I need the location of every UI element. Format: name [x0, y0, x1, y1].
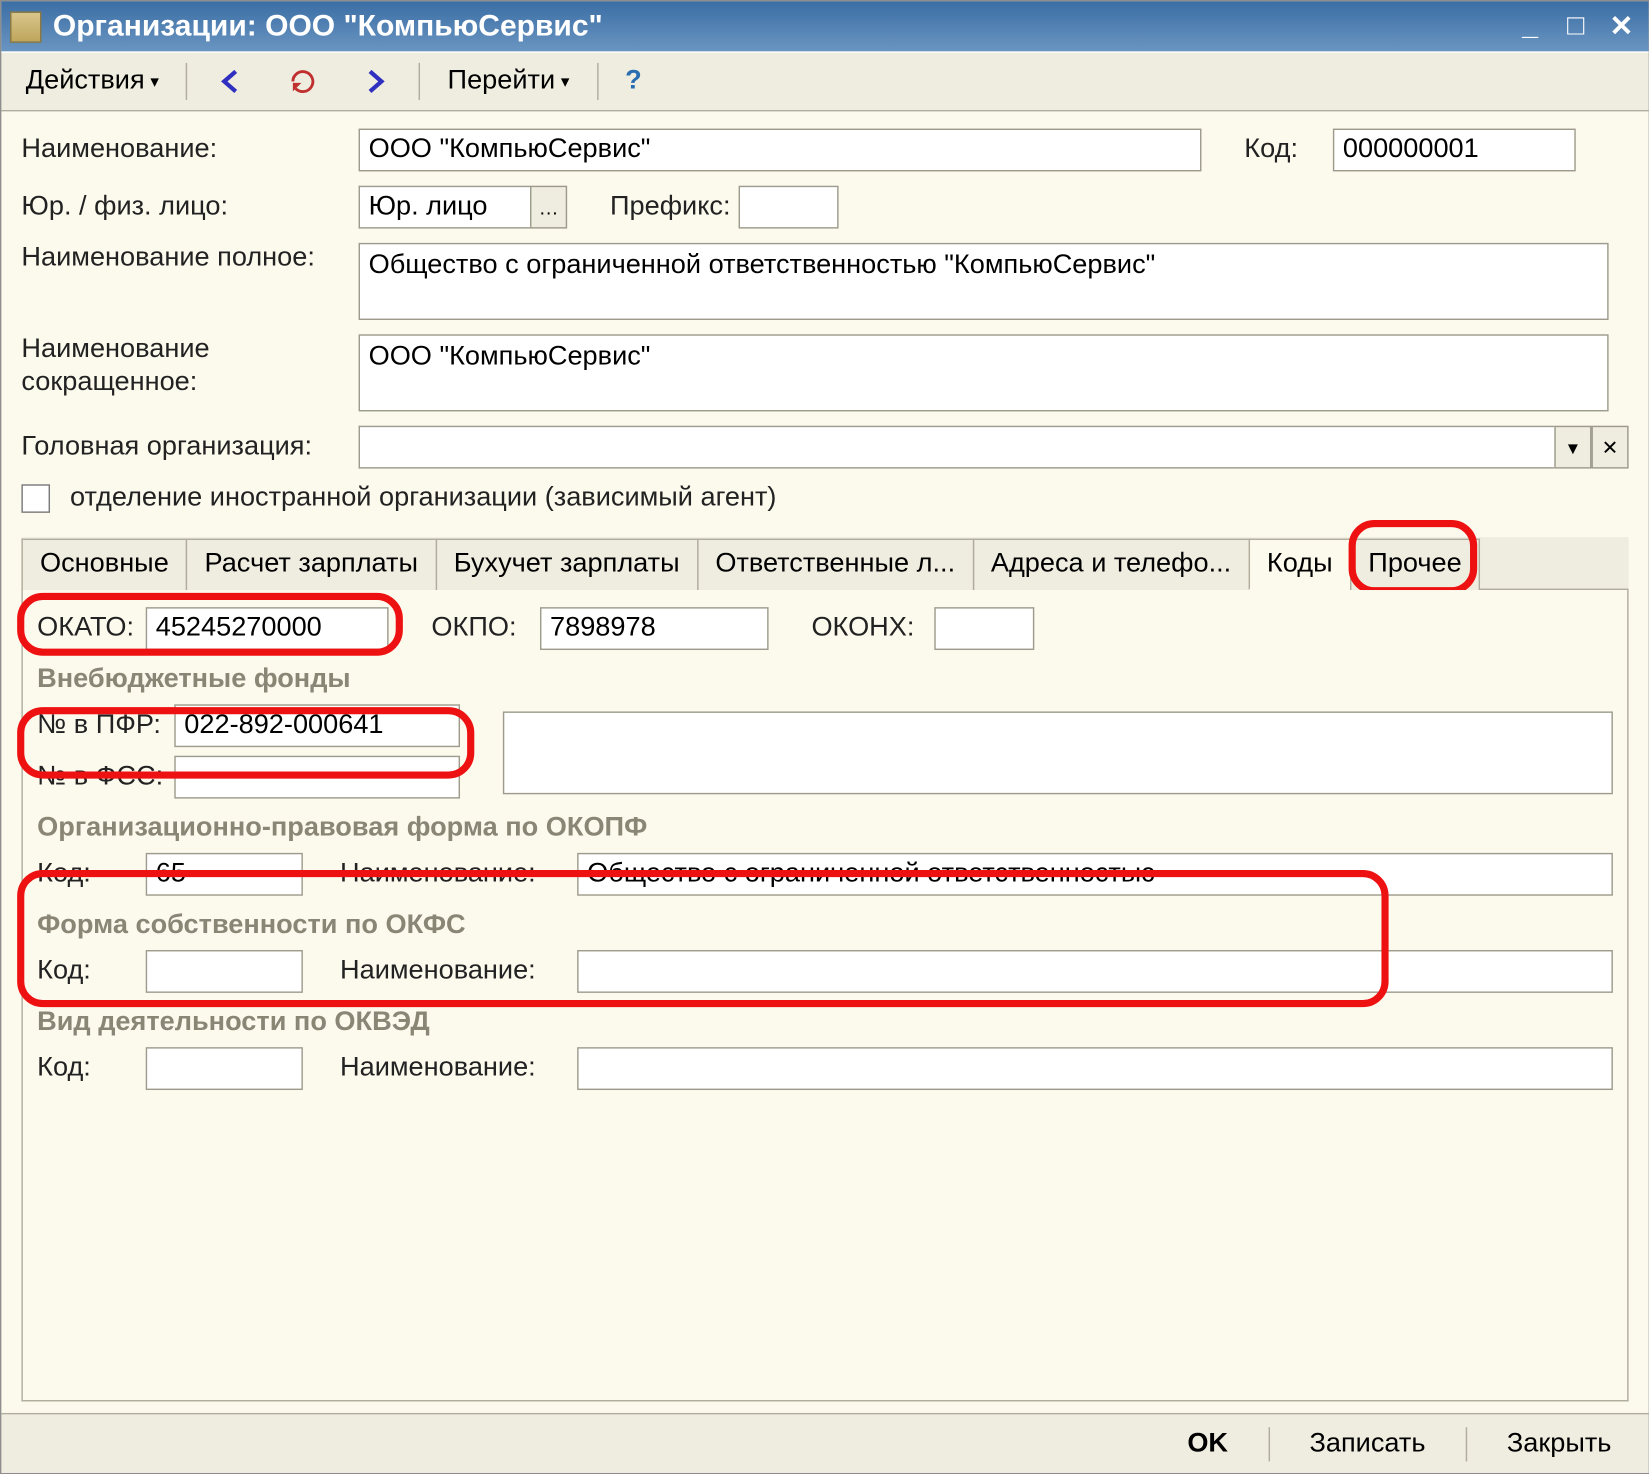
prefix-input[interactable]: [739, 186, 839, 229]
ok-button[interactable]: OK: [1170, 1422, 1245, 1465]
okfs-name-input[interactable]: [577, 950, 1613, 993]
actions-menu-button[interactable]: Действия ▾: [10, 60, 175, 103]
okfs-group-title: Форма собственности по ОКФС: [37, 910, 1613, 941]
content-area: Наименование: Код: Юр. / физ. лицо: … Пр…: [1, 111, 1648, 1412]
okfs-code-input[interactable]: [146, 950, 303, 993]
tab-codes[interactable]: Коды: [1248, 539, 1351, 590]
fss-num-input[interactable]: [174, 756, 460, 799]
okved-name-input[interactable]: [577, 1047, 1613, 1090]
pfr-num-input[interactable]: [174, 704, 460, 747]
okato-label: ОКАТО:: [37, 613, 137, 644]
funds-group-title: Внебюджетные фонды: [37, 664, 1613, 695]
tab-addresses[interactable]: Адреса и телефо...: [972, 539, 1250, 590]
tab-salary-accounting[interactable]: Бухучет зарплаты: [435, 539, 698, 590]
window-icon: [10, 11, 41, 42]
toolbar-separator: [597, 63, 598, 100]
goto-menu-button[interactable]: Перейти ▾: [432, 60, 585, 103]
okopf-code-label: Код:: [37, 859, 137, 890]
person-type-select-button[interactable]: …: [530, 186, 567, 229]
okpo-label: ОКПО:: [431, 613, 531, 644]
arrow-right-icon: [358, 64, 392, 98]
tab-responsible[interactable]: Ответственные л...: [697, 539, 974, 590]
footer-separator: [1465, 1426, 1466, 1460]
tabs: Основные Расчет зарплаты Бухучет зарплат…: [21, 537, 1628, 590]
fss-num-label: № в ФСС:: [37, 761, 166, 792]
okato-input[interactable]: [146, 607, 389, 650]
save-button[interactable]: Записать: [1292, 1422, 1442, 1465]
tab-main[interactable]: Основные: [21, 539, 187, 590]
okopf-name-input[interactable]: [577, 853, 1613, 896]
tab-salary-calc[interactable]: Расчет зарплаты: [186, 539, 437, 590]
okonh-label: ОКОНХ:: [811, 613, 925, 644]
toolbar-separator: [186, 63, 187, 100]
footer: OK Записать Закрыть: [1, 1413, 1648, 1473]
pfr-terr-input[interactable]: [503, 711, 1613, 794]
head-org-label: Головная организация:: [21, 431, 350, 462]
arrow-left-icon: [215, 64, 249, 98]
okved-group-title: Вид деятельности по ОКВЭД: [37, 1007, 1613, 1038]
okved-name-label: Наименование:: [340, 1053, 569, 1084]
head-org-clear-button[interactable]: ✕: [1591, 426, 1628, 469]
prefix-label: Префикс:: [610, 191, 730, 222]
shortname-label: Наименование сокращенное:: [21, 334, 350, 399]
fullname-label: Наименование полное:: [21, 243, 350, 274]
person-type-label: Юр. / физ. лицо:: [21, 191, 350, 222]
foreign-branch-label: отделение иностранной организации (завис…: [70, 483, 776, 514]
nav-back-button[interactable]: [199, 60, 265, 103]
okved-code-label: Код:: [37, 1053, 137, 1084]
minimize-button[interactable]: _: [1511, 11, 1548, 42]
pfr-num-label: № в ПФР:: [37, 710, 166, 741]
person-type-input[interactable]: [359, 186, 530, 229]
code-input[interactable]: [1333, 129, 1576, 172]
window-title: Организации: ООО "КомпьюСервис": [53, 9, 1512, 43]
close-button[interactable]: ✕: [1603, 11, 1640, 42]
tab-body-codes: ОКАТО: ОКПО: ОКОНХ: Внебюджетные фонды №…: [21, 590, 1628, 1401]
help-icon: ?: [625, 66, 642, 97]
nav-forward-button[interactable]: [342, 60, 408, 103]
okfs-code-label: Код:: [37, 956, 137, 987]
okopf-name-label: Наименование:: [340, 859, 569, 890]
toolbar-separator: [419, 63, 420, 100]
okpo-input[interactable]: [540, 607, 769, 650]
refresh-button[interactable]: [270, 60, 336, 103]
name-input[interactable]: [359, 129, 1202, 172]
head-org-dropdown-button[interactable]: ▾: [1554, 426, 1591, 469]
head-org-input[interactable]: [359, 426, 1555, 469]
actions-label: Действия: [26, 66, 145, 97]
fullname-input[interactable]: Общество с ограниченной ответственностью…: [359, 243, 1609, 320]
goto-label: Перейти: [448, 66, 556, 97]
refresh-icon: [286, 64, 320, 98]
tab-other[interactable]: Прочее: [1350, 539, 1481, 590]
head-org-combo: ▾ ✕: [359, 426, 1629, 469]
person-type-combo: …: [359, 186, 568, 229]
titlebar: Организации: ООО "КомпьюСервис" _ □ ✕: [1, 1, 1648, 51]
maximize-button[interactable]: □: [1557, 11, 1594, 42]
code-label: Код:: [1244, 134, 1324, 165]
chevron-down-icon: ▾: [561, 71, 570, 91]
close-window-button[interactable]: Закрыть: [1490, 1422, 1629, 1465]
chevron-down-icon: ▾: [150, 71, 159, 91]
okved-code-input[interactable]: [146, 1047, 303, 1090]
okonh-input[interactable]: [934, 607, 1034, 650]
okopf-code-input[interactable]: [146, 853, 303, 896]
shortname-input[interactable]: ООО "КомпьюСервис": [359, 334, 1609, 411]
toolbar: Действия ▾ Перейти ▾ ?: [1, 51, 1648, 111]
footer-separator: [1268, 1426, 1269, 1460]
okopf-group-title: Организационно-правовая форма по ОКОПФ: [37, 813, 1613, 844]
foreign-branch-checkbox[interactable]: [21, 484, 50, 513]
organization-window: Организации: ООО "КомпьюСервис" _ □ ✕ Де…: [0, 0, 1649, 1474]
okfs-name-label: Наименование:: [340, 956, 569, 987]
help-button[interactable]: ?: [609, 60, 657, 103]
name-label: Наименование:: [21, 134, 350, 165]
